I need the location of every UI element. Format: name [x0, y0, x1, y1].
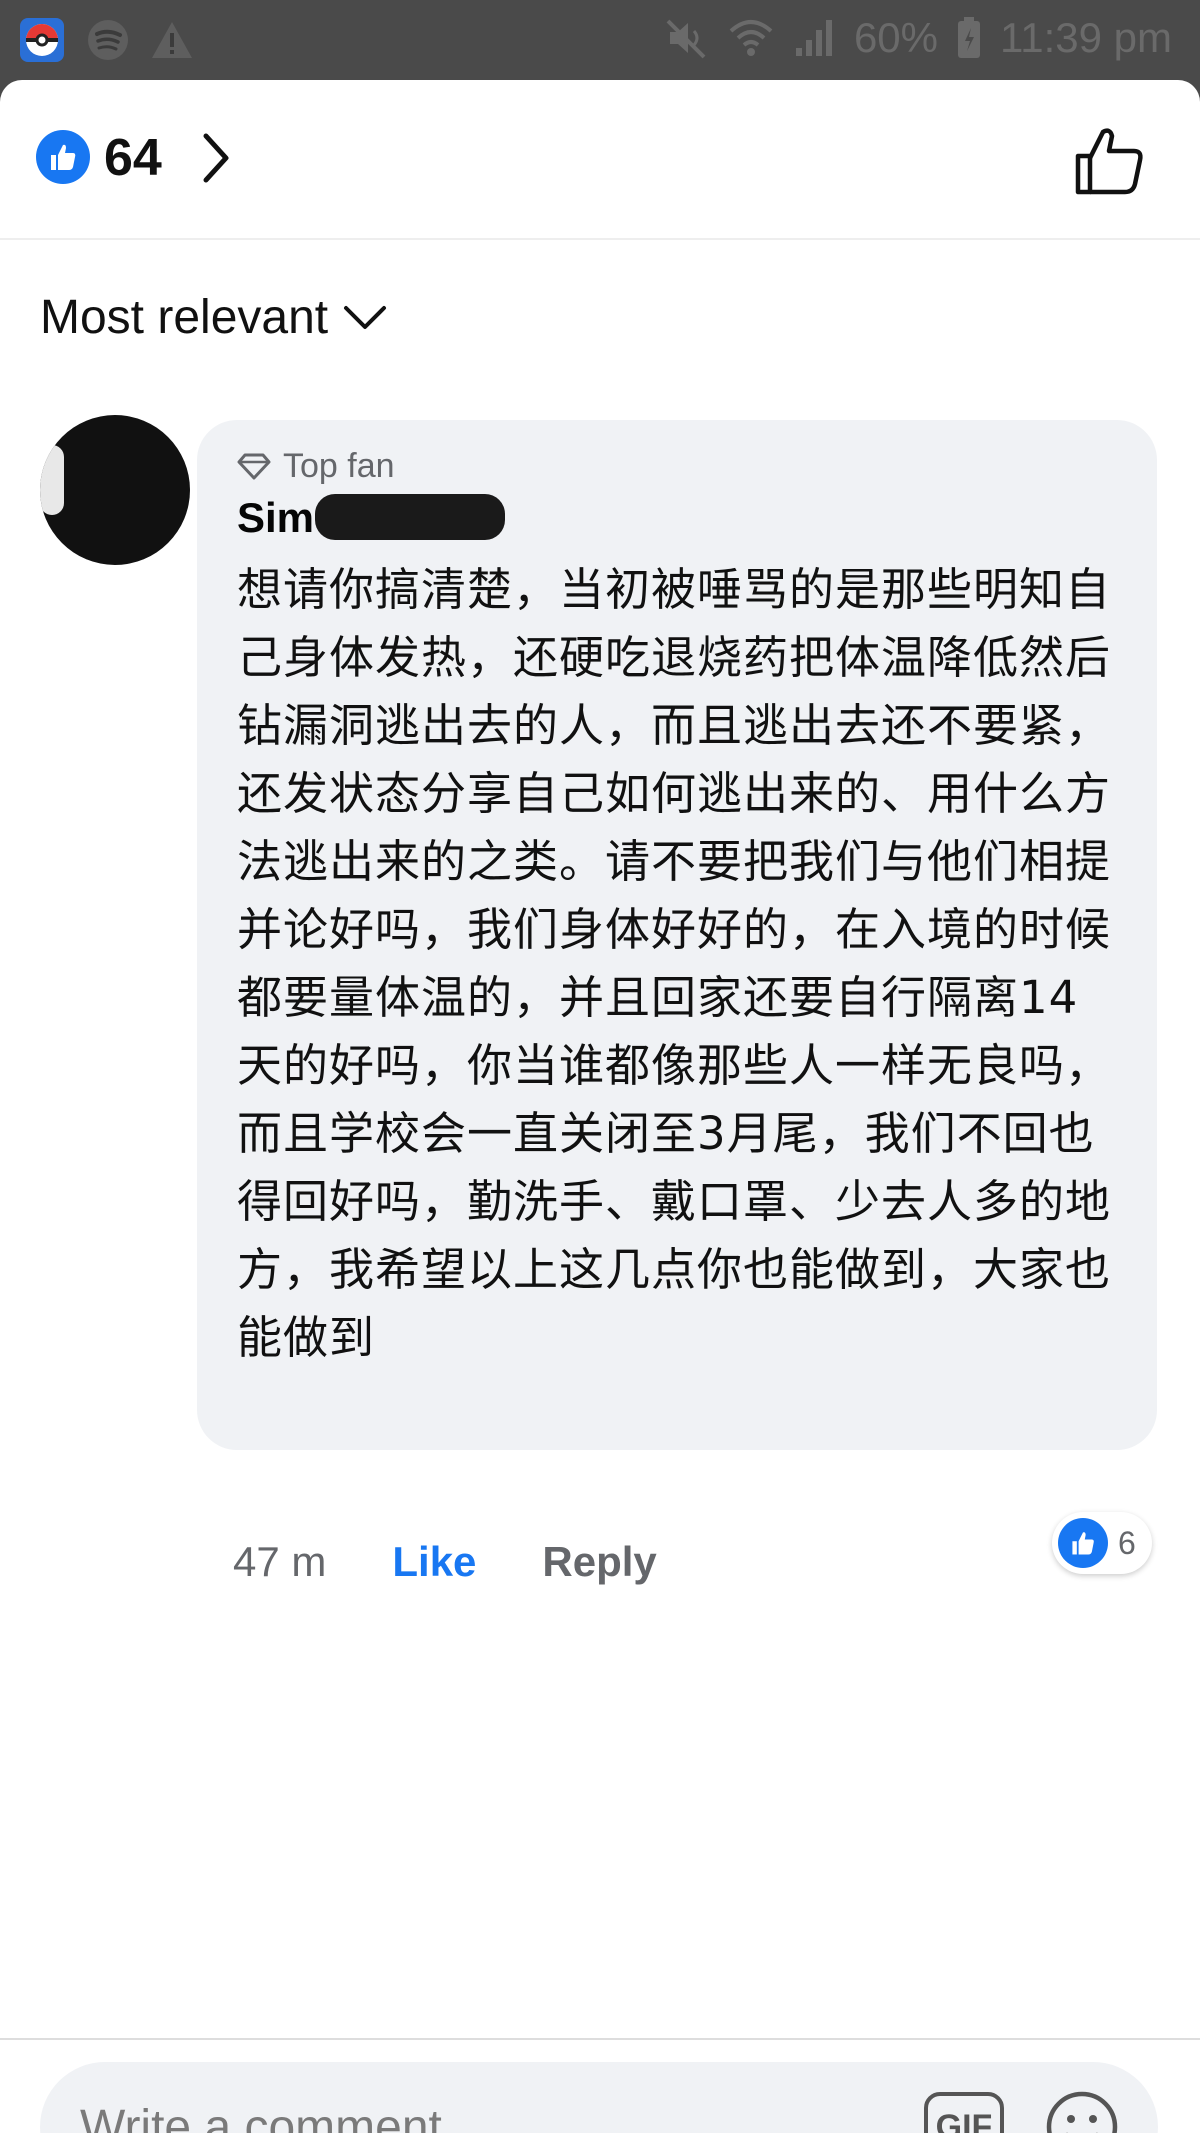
comments-sheet: 64 Most relevant Top fan Sim 想请你搞清楚，当初被唾… — [0, 80, 1200, 2133]
like-reaction-icon — [1058, 1518, 1108, 1568]
author-name: Sim — [237, 494, 315, 541]
warning-icon — [152, 22, 192, 58]
signal-icon — [795, 20, 832, 56]
reply-button[interactable]: Reply — [542, 1538, 656, 1586]
notification-icons — [18, 16, 194, 64]
top-fan-label: Top fan — [283, 446, 395, 485]
chevron-right-icon[interactable] — [196, 130, 236, 186]
sort-dropdown[interactable]: Most relevant — [40, 290, 388, 345]
wifi-icon — [729, 20, 773, 56]
redaction-mark — [315, 494, 505, 540]
gif-button[interactable]: GIF — [924, 2092, 1004, 2133]
comment-composer[interactable]: GIF — [40, 2062, 1158, 2133]
comment-reaction-count[interactable]: 6 — [1052, 1512, 1152, 1574]
status-bar: 60% 11:39 pm — [0, 0, 1200, 80]
thumbs-up-icon[interactable] — [1070, 120, 1150, 200]
clock: 11:39 pm — [1000, 14, 1172, 61]
comment-text: 想请你搞清楚，当初被唾骂的是那些明知自己身体发热，还硬吃退烧药把体温降低然后钻漏… — [237, 563, 1112, 1364]
battery-icon — [958, 17, 980, 58]
system-icons: 60% 11:39 pm — [664, 14, 1172, 62]
like-reaction-icon — [36, 130, 90, 184]
chevron-down-icon — [344, 305, 387, 329]
reaction-count: 64 — [104, 129, 162, 187]
mute-icon — [666, 19, 706, 59]
comment-bubble[interactable]: Top fan Sim 想请你搞清楚，当初被唾骂的是那些明知自己身体发热，还硬吃… — [197, 420, 1157, 1450]
comment-actions: 47 m Like Reply — [233, 1538, 657, 1586]
reactions-summary[interactable]: 64 — [0, 80, 1200, 240]
spotify-icon — [88, 20, 128, 60]
like-button[interactable]: Like — [392, 1538, 476, 1586]
comment-input[interactable] — [80, 2092, 880, 2133]
diamond-icon — [237, 453, 271, 480]
composer-bar: GIF — [0, 2038, 1200, 2133]
comment-author[interactable]: Sim — [237, 494, 1117, 550]
reaction-number: 6 — [1118, 1524, 1136, 1561]
battery-percent: 60% — [853, 14, 938, 61]
top-fan-badge: Top fan — [237, 446, 1117, 486]
comment-timestamp[interactable]: 47 m — [233, 1538, 326, 1586]
sort-label: Most relevant — [40, 291, 329, 344]
avatar[interactable] — [40, 415, 190, 565]
emoji-icon[interactable] — [1044, 2089, 1120, 2133]
pokeball-app-icon — [20, 18, 64, 62]
